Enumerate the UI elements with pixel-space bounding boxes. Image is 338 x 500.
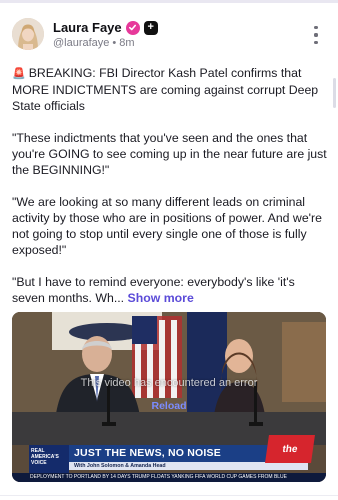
video-reload-link[interactable]: Reload — [12, 400, 326, 412]
avatar-image — [12, 18, 44, 50]
news-lower-third: REAL AMERICA'S VOICE JUST THE NEWS, NO N… — [29, 435, 315, 473]
meta-separator: • — [112, 37, 117, 49]
video-player[interactable]: This video has encountered an error Relo… — [12, 312, 326, 482]
post-paragraph: "These indictments that you've seen and … — [12, 131, 327, 177]
menu-dot — [314, 26, 318, 30]
menu-dot — [314, 40, 318, 44]
scrollbar[interactable] — [333, 78, 336, 108]
plus-badge-icon: + — [143, 20, 158, 35]
more-options-icon[interactable] — [310, 26, 322, 44]
author-handle[interactable]: @laurafaye — [53, 37, 109, 49]
network-logo: REAL AMERICA'S VOICE — [29, 445, 69, 473]
avatar[interactable] — [12, 18, 44, 50]
post-meta: @laurafaye • 8m — [53, 37, 135, 49]
post-body: 🚨 BREAKING: FBI Director Kash Patel confi… — [12, 65, 328, 322]
post-timestamp[interactable]: 8m — [119, 37, 134, 49]
video-error-message: This video has encountered an error — [80, 377, 258, 389]
checkmark-icon — [129, 24, 137, 31]
post-paragraph: "We are looking at so many different lea… — [12, 195, 322, 257]
news-ticker: DEPLOYMENT TO PORTLAND BY 14 DAYS TRUMP … — [12, 473, 326, 482]
show-more-link[interactable]: Show more — [128, 291, 194, 305]
post-paragraph: "But I have to remind everyone: everybod… — [12, 274, 328, 306]
author-name[interactable]: Laura Faye — [53, 20, 122, 35]
top-border — [0, 0, 338, 3]
post-paragraph-text: BREAKING: FBI Director Kash Patel confir… — [12, 66, 319, 113]
post-paragraph: 🚨 BREAKING: FBI Director Kash Patel confi… — [12, 65, 328, 114]
menu-dot — [314, 33, 318, 37]
show-brand-logo: the — [265, 435, 315, 463]
post-divider — [0, 495, 338, 496]
siren-icon: 🚨 — [12, 68, 26, 80]
lower-third-headline: JUST THE NEWS, NO NOISE — [74, 447, 221, 459]
lower-third-subline: With John Solomon & Amanda Head — [69, 462, 308, 470]
author-row: Laura Faye + — [53, 20, 158, 35]
verified-badge-icon — [125, 20, 140, 35]
